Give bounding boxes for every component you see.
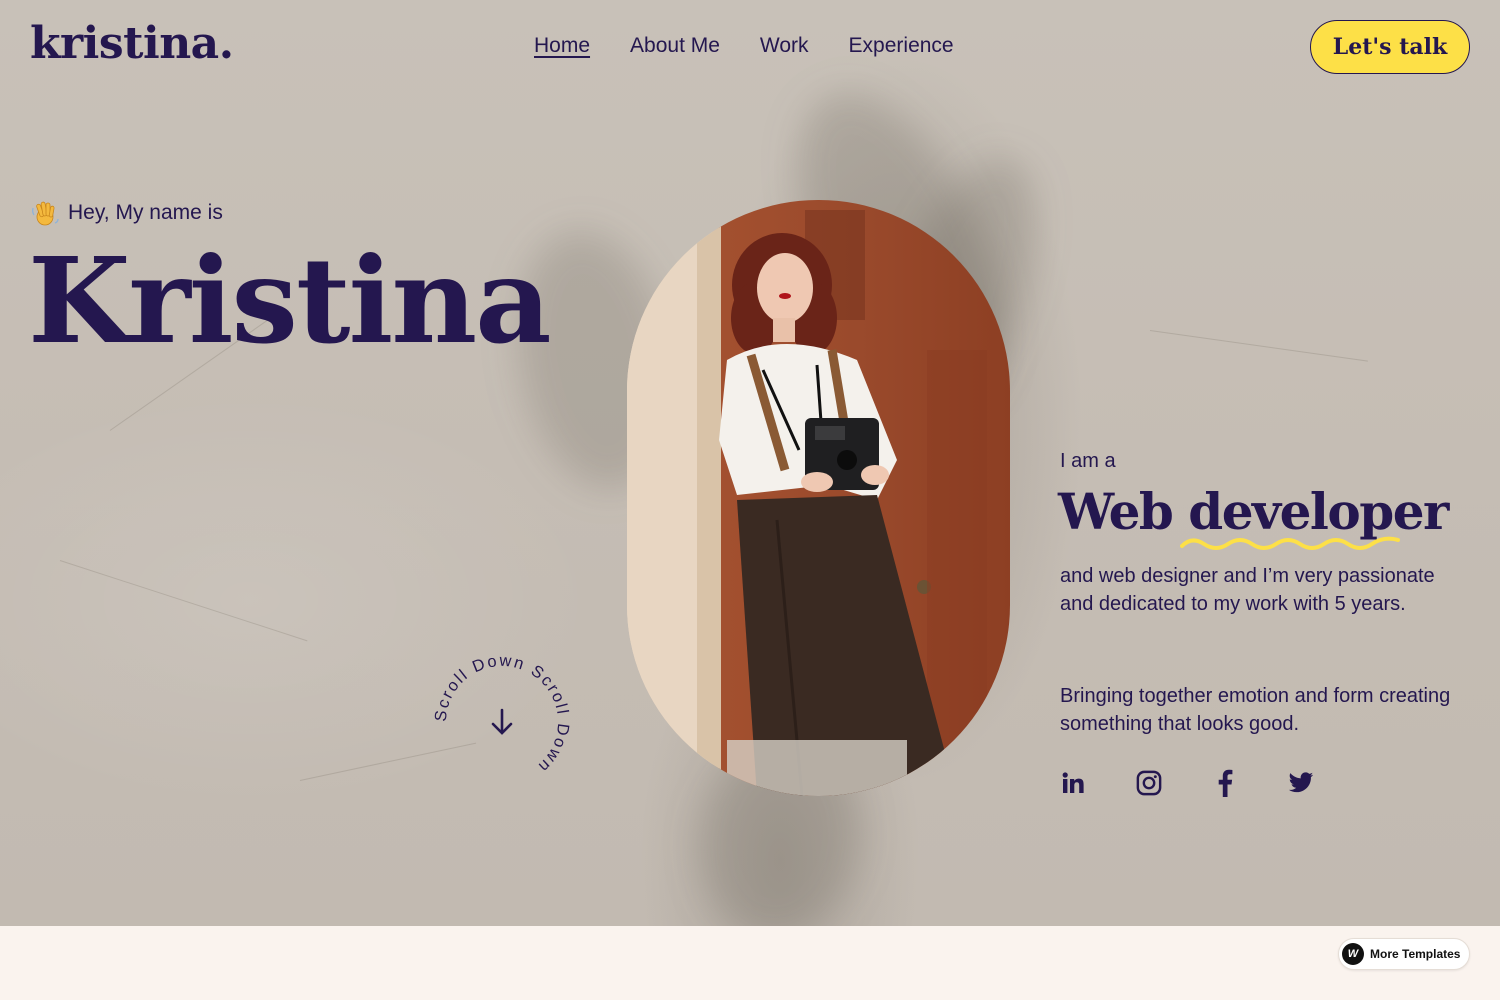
hero-section: kristina. Home About Me Work Experience … <box>0 0 1500 926</box>
portrait-illustration <box>627 200 987 796</box>
portrait-photo <box>627 200 1010 796</box>
webflow-icon: W <box>1342 943 1364 965</box>
instagram-icon[interactable] <box>1136 768 1162 798</box>
description-text: and web designer and I’m very passionate… <box>1060 565 1435 615</box>
twitter-icon[interactable] <box>1288 768 1314 798</box>
lets-talk-button[interactable]: Let's talk <box>1310 20 1470 74</box>
nav-work[interactable]: Work <box>760 34 809 58</box>
tagline-text: Bringing together emotion and form creat… <box>1060 685 1451 735</box>
scroll-down-badge[interactable]: Scroll Down Scroll Down <box>430 650 574 794</box>
more-templates-button[interactable]: W More Templates <box>1338 938 1470 970</box>
hero-name: Kristina <box>28 231 552 370</box>
main-nav: Home About Me Work Experience <box>534 34 954 58</box>
highlight-squiggle <box>1180 536 1400 550</box>
arrow-down-icon <box>491 708 513 735</box>
facebook-icon[interactable] <box>1212 768 1238 798</box>
intro-text: I am a <box>1060 450 1116 472</box>
site-logo[interactable]: kristina. <box>30 18 234 69</box>
texture-line <box>1149 330 1368 362</box>
nav-about-me[interactable]: About Me <box>630 34 720 58</box>
more-templates-label: More Templates <box>1370 947 1461 961</box>
waving-hand-icon <box>32 201 59 226</box>
social-links <box>1060 768 1314 798</box>
nav-experience[interactable]: Experience <box>849 34 954 58</box>
role-word-web: Web <box>1058 482 1174 541</box>
nav-home[interactable]: Home <box>534 34 590 58</box>
greeting: Hey, My name is <box>30 198 223 228</box>
texture-line <box>59 560 308 642</box>
greeting-text: Hey, My name is <box>68 201 223 224</box>
linkedin-icon[interactable] <box>1060 768 1086 798</box>
